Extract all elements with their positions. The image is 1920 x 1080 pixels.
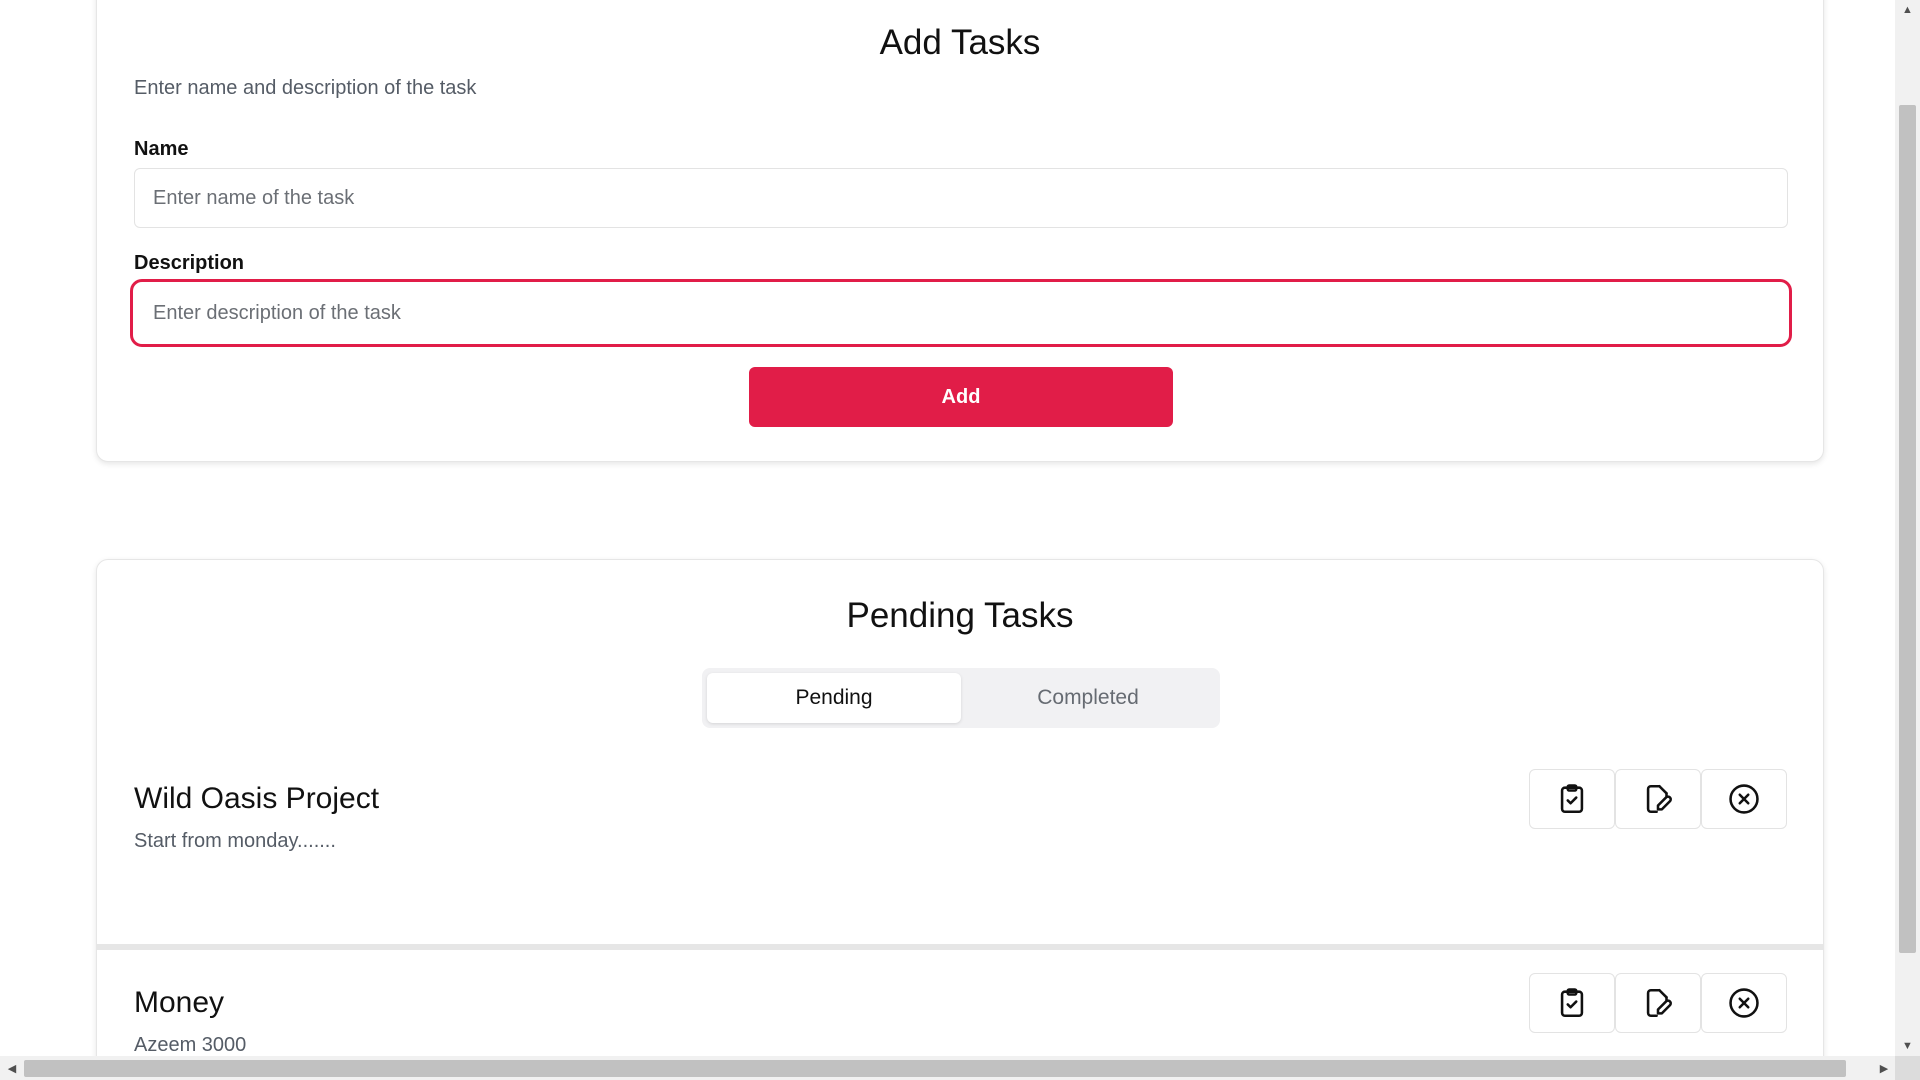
delete-task-button[interactable] [1701,973,1787,1033]
task-name-input[interactable] [134,168,1788,228]
edit-file-icon [1646,784,1672,814]
add-tasks-subtitle: Enter name and description of the task [134,77,477,99]
task-actions [1529,973,1787,1033]
pending-tasks-card: Pending Tasks Pending Completed Wild Oas… [96,559,1824,1056]
scroll-left-arrow-icon[interactable]: ◀ [0,1056,24,1080]
task-item: Money Azeem 3000 [97,944,1823,1056]
delete-task-button[interactable] [1701,769,1787,829]
clipboard-check-icon [1560,988,1584,1018]
complete-task-button[interactable] [1529,769,1615,829]
add-tasks-title: Add Tasks [879,23,1041,62]
scroll-down-arrow-icon[interactable]: ▼ [1895,1036,1920,1056]
scroll-up-arrow-icon[interactable]: ▲ [1895,0,1920,20]
task-actions [1529,769,1787,829]
horizontal-scrollbar[interactable]: ◀ ▶ [0,1056,1920,1080]
horizontal-scroll-thumb[interactable] [24,1060,1846,1077]
tab-pending[interactable]: Pending [707,673,961,723]
complete-task-button[interactable] [1529,973,1615,1033]
description-label: Description [134,252,245,274]
vertical-scrollbar[interactable]: ▲ ▼ [1895,0,1920,1056]
circle-x-icon [1729,784,1759,814]
page-viewport: Add Tasks Enter name and description of … [0,0,1895,1056]
clipboard-check-icon [1560,784,1584,814]
pending-tasks-title: Pending Tasks [846,596,1074,635]
add-tasks-card: Add Tasks Enter name and description of … [96,0,1824,462]
edit-task-button[interactable] [1615,973,1701,1033]
circle-x-icon [1729,988,1759,1018]
edit-task-button[interactable] [1615,769,1701,829]
task-status-tabs: Pending Completed [702,668,1220,728]
task-item: Wild Oasis Project Start from monday....… [97,764,1823,936]
task-description-input[interactable] [130,279,1792,347]
vertical-scroll-thumb[interactable] [1899,105,1916,953]
add-task-button[interactable]: Add [749,367,1173,427]
task-description: Start from monday....... [134,830,336,852]
task-title: Money [134,986,225,1019]
task-title: Wild Oasis Project [134,782,380,815]
tab-completed[interactable]: Completed [961,673,1215,723]
task-description: Azeem 3000 [134,1034,247,1056]
scroll-right-arrow-icon[interactable]: ▶ [1872,1056,1896,1080]
edit-file-icon [1646,988,1672,1018]
scrollbar-corner [1895,1056,1920,1080]
name-label: Name [134,138,189,160]
